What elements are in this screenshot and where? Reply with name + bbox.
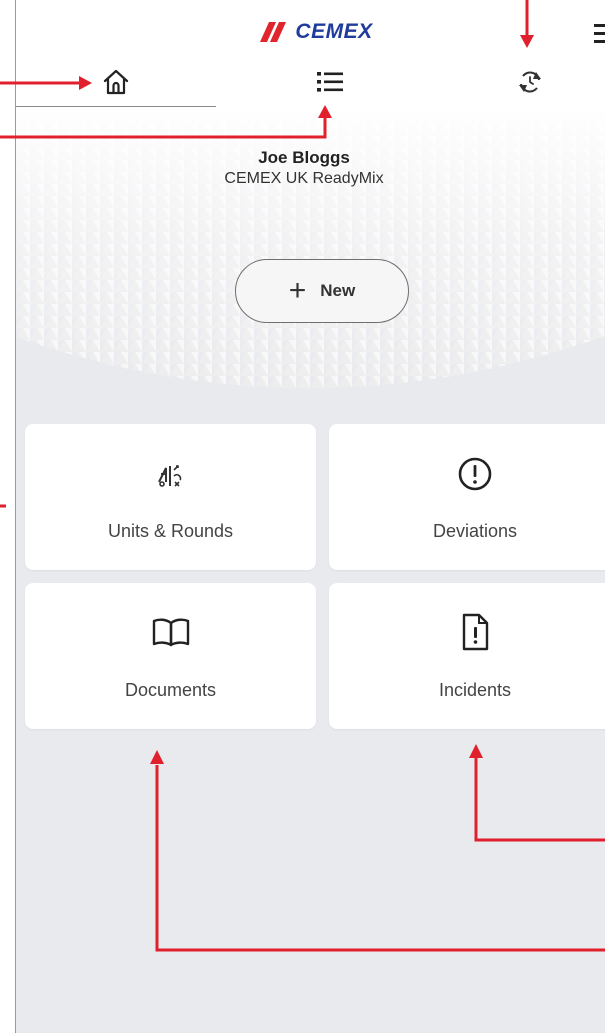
plus-icon: + bbox=[288, 274, 307, 307]
tab-history[interactable] bbox=[430, 58, 605, 106]
tile-label: Documents bbox=[124, 680, 217, 700]
user-name: Joe Bloggs bbox=[258, 148, 350, 167]
home-icon bbox=[103, 69, 129, 95]
tile-incidents[interactable]: Incidents bbox=[329, 583, 605, 729]
top-bar: CEMEX bbox=[16, 0, 605, 112]
cemex-logo: CEMEX bbox=[16, 20, 605, 48]
book-icon bbox=[25, 617, 316, 647]
tab-list[interactable] bbox=[230, 58, 430, 106]
tile-units-rounds[interactable]: Units & Rounds bbox=[25, 424, 316, 570]
tile-label: Units & Rounds bbox=[107, 521, 234, 541]
tile-deviations[interactable]: Deviations bbox=[329, 424, 605, 570]
new-button[interactable]: + New bbox=[235, 259, 409, 323]
units-rounds-icon bbox=[25, 460, 316, 490]
logo-text: CEMEX bbox=[295, 20, 373, 43]
sync-history-icon bbox=[519, 71, 541, 93]
tile-documents[interactable]: Documents bbox=[25, 583, 316, 729]
alert-circle-icon bbox=[329, 456, 605, 492]
tile-label: Incidents bbox=[438, 680, 512, 700]
list-icon bbox=[317, 72, 343, 92]
app-screen: CEMEX Joe Bloggs CEMEX UK ReadyMix + New… bbox=[15, 0, 605, 1033]
hamburger-menu-icon[interactable] bbox=[592, 21, 605, 45]
tile-label: Deviations bbox=[432, 521, 518, 541]
new-button-label: New bbox=[320, 281, 356, 300]
cemex-logo-mark bbox=[260, 22, 287, 42]
tab-home[interactable] bbox=[16, 58, 216, 107]
incident-file-icon bbox=[329, 613, 605, 651]
user-organization: CEMEX UK ReadyMix bbox=[224, 170, 384, 187]
